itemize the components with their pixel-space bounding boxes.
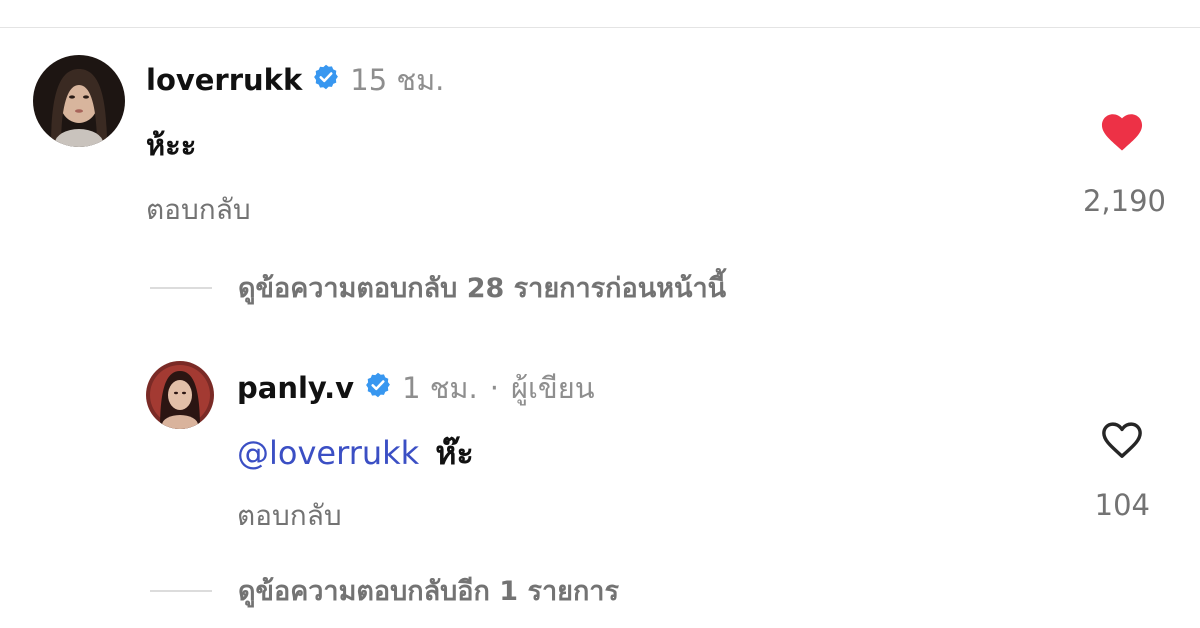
mention-link[interactable]: @loverrukk — [237, 434, 419, 472]
separator-dot: · — [489, 371, 499, 405]
like-count: 2,190 — [1082, 184, 1166, 218]
top-divider — [0, 27, 1200, 28]
view-previous-replies-button[interactable]: ดูข้อความตอบกลับ 28 รายการก่อนหน้านี้ — [150, 266, 726, 309]
avatar-loverrukk[interactable] — [33, 55, 125, 147]
view-replies-label: ดูข้อความตอบกลับอีก 1 รายการ — [238, 576, 619, 607]
avatar-image — [146, 361, 214, 429]
avatar-image — [33, 55, 125, 147]
comment-text: ห้ะะ — [146, 128, 197, 162]
verified-badge-icon — [312, 63, 340, 98]
comment-header: loverrukk 15 ชม. — [146, 60, 444, 100]
heart-outline-icon[interactable] — [1099, 418, 1145, 464]
timestamp: 15 ชม. — [350, 63, 445, 97]
reply-header: panly.v 1 ชม. · ผู้เขียน — [237, 368, 595, 408]
reply-text: @loverrukk ห๊ะ — [237, 428, 474, 479]
reply-button[interactable]: ตอบกลับ — [146, 188, 251, 232]
heart-filled-icon[interactable] — [1099, 110, 1145, 156]
timestamp: 1 ชม. — [402, 371, 478, 405]
username[interactable]: loverrukk — [146, 63, 302, 97]
view-replies-label: ดูข้อความตอบกลับ 28 รายการก่อนหน้านี้ — [238, 273, 727, 304]
author-badge: ผู้เขียน — [510, 371, 595, 405]
reply-body: ห๊ะ — [435, 434, 474, 472]
username[interactable]: panly.v — [237, 371, 354, 405]
verified-badge-icon — [364, 371, 392, 406]
view-more-replies-button[interactable]: ดูข้อความตอบกลับอีก 1 รายการ — [150, 569, 619, 612]
divider-line — [150, 286, 212, 289]
reply-button[interactable]: ตอบกลับ — [237, 494, 342, 538]
divider-line — [150, 589, 212, 592]
like-count: 104 — [1094, 488, 1150, 522]
avatar-panly-v[interactable] — [146, 361, 214, 429]
